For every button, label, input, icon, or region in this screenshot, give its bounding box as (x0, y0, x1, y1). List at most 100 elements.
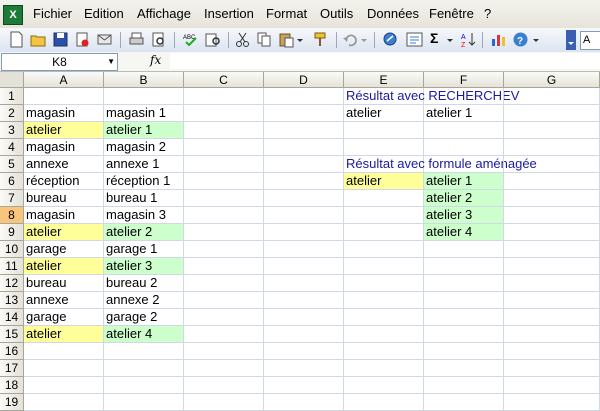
cell-b12[interactable]: bureau 2 (104, 275, 184, 292)
cell-d16[interactable] (264, 343, 344, 360)
cell-a16[interactable] (24, 343, 104, 360)
cell-f19[interactable] (424, 394, 504, 411)
cell-g10[interactable] (504, 241, 600, 258)
menu-help[interactable]: ? (484, 6, 491, 21)
row-header-2[interactable]: 2 (0, 105, 24, 122)
cell-c4[interactable] (184, 139, 264, 156)
cell-g18[interactable] (504, 377, 600, 394)
cell-c3[interactable] (184, 122, 264, 139)
formula-input[interactable] (170, 53, 600, 69)
cell-e6[interactable]: atelier (344, 173, 424, 190)
cell-g13[interactable] (504, 292, 600, 309)
cell-d5[interactable] (264, 156, 344, 173)
cell-a13[interactable]: annexe (24, 292, 104, 309)
row-header-1[interactable]: 1 (0, 88, 24, 105)
menu-outils[interactable]: Outils (320, 6, 353, 21)
cell-e15[interactable] (344, 326, 424, 343)
research-icon[interactable] (204, 31, 221, 48)
cell-d9[interactable] (264, 224, 344, 241)
cell-b4[interactable]: magasin 2 (104, 139, 184, 156)
cell-c12[interactable] (184, 275, 264, 292)
toolbar-options-icon[interactable] (532, 31, 540, 48)
row-header-6[interactable]: 6 (0, 173, 24, 190)
cell-a6[interactable]: réception (24, 173, 104, 190)
cell-b16[interactable] (104, 343, 184, 360)
menu-format[interactable]: Format (266, 6, 307, 21)
cell-f10[interactable] (424, 241, 504, 258)
cell-f11[interactable] (424, 258, 504, 275)
new-document-icon[interactable] (8, 31, 25, 48)
cell-a8[interactable]: magasin (24, 207, 104, 224)
cell-c8[interactable] (184, 207, 264, 224)
cell-f14[interactable] (424, 309, 504, 326)
row-header-7[interactable]: 7 (0, 190, 24, 207)
cell-a19[interactable] (24, 394, 104, 411)
cell-d3[interactable] (264, 122, 344, 139)
cell-e9[interactable] (344, 224, 424, 241)
row-header-8[interactable]: 8 (0, 207, 24, 224)
column-header-c[interactable]: C (184, 72, 264, 88)
cell-d1[interactable] (264, 88, 344, 105)
print-icon[interactable] (128, 31, 145, 48)
cell-c14[interactable] (184, 309, 264, 326)
cell-g8[interactable] (504, 207, 600, 224)
cell-f8[interactable]: atelier 3 (424, 207, 504, 224)
row-header-14[interactable]: 14 (0, 309, 24, 326)
cell-a14[interactable]: garage (24, 309, 104, 326)
column-header-g[interactable]: G (504, 72, 600, 88)
menu-donnees[interactable]: Données (367, 6, 419, 21)
hyperlink-icon[interactable] (382, 31, 399, 48)
select-all-corner[interactable] (0, 72, 24, 88)
permission-icon[interactable] (74, 31, 91, 48)
cell-c10[interactable] (184, 241, 264, 258)
cell-b1[interactable] (104, 88, 184, 105)
cell-d19[interactable] (264, 394, 344, 411)
cell-d2[interactable] (264, 105, 344, 122)
cell-c6[interactable] (184, 173, 264, 190)
cell-b19[interactable] (104, 394, 184, 411)
fx-icon[interactable]: fx (150, 53, 161, 67)
cell-a9[interactable]: atelier (24, 224, 104, 241)
row-header-11[interactable]: 11 (0, 258, 24, 275)
column-header-e[interactable]: E (344, 72, 424, 88)
paste-icon[interactable] (278, 31, 295, 48)
cell-d18[interactable] (264, 377, 344, 394)
cell-d11[interactable] (264, 258, 344, 275)
cell-d12[interactable] (264, 275, 344, 292)
copy-icon[interactable] (256, 31, 273, 48)
autosum-icon[interactable]: Σ (430, 30, 438, 46)
cell-e10[interactable] (344, 241, 424, 258)
cell-f18[interactable] (424, 377, 504, 394)
cell-c7[interactable] (184, 190, 264, 207)
cell-b13[interactable]: annexe 2 (104, 292, 184, 309)
toolbar-grip-icon[interactable] (566, 30, 576, 50)
chart-wizard-icon[interactable] (490, 31, 507, 48)
cell-c13[interactable] (184, 292, 264, 309)
cell-e5[interactable]: Résultat avec formule aménagée (344, 156, 537, 173)
cell-f13[interactable] (424, 292, 504, 309)
cell-e16[interactable] (344, 343, 424, 360)
cell-e3[interactable] (344, 122, 424, 139)
help-icon[interactable]: ? (512, 31, 529, 48)
cell-g7[interactable] (504, 190, 600, 207)
row-header-13[interactable]: 13 (0, 292, 24, 309)
cell-a17[interactable] (24, 360, 104, 377)
row-header-10[interactable]: 10 (0, 241, 24, 258)
cell-d4[interactable] (264, 139, 344, 156)
cell-f9[interactable]: atelier 4 (424, 224, 504, 241)
cell-c17[interactable] (184, 360, 264, 377)
cell-a4[interactable]: magasin (24, 139, 104, 156)
cell-f16[interactable] (424, 343, 504, 360)
cell-b5[interactable]: annexe 1 (104, 156, 184, 173)
cell-b10[interactable]: garage 1 (104, 241, 184, 258)
cell-g2[interactable] (504, 105, 600, 122)
cell-a5[interactable]: annexe (24, 156, 104, 173)
cell-g15[interactable] (504, 326, 600, 343)
row-header-18[interactable]: 18 (0, 377, 24, 394)
menu-affichage[interactable]: Affichage (137, 6, 191, 21)
column-header-f[interactable]: F (424, 72, 504, 88)
cell-c11[interactable] (184, 258, 264, 275)
cell-g14[interactable] (504, 309, 600, 326)
cell-e2[interactable]: atelier (344, 105, 424, 122)
row-header-19[interactable]: 19 (0, 394, 24, 411)
